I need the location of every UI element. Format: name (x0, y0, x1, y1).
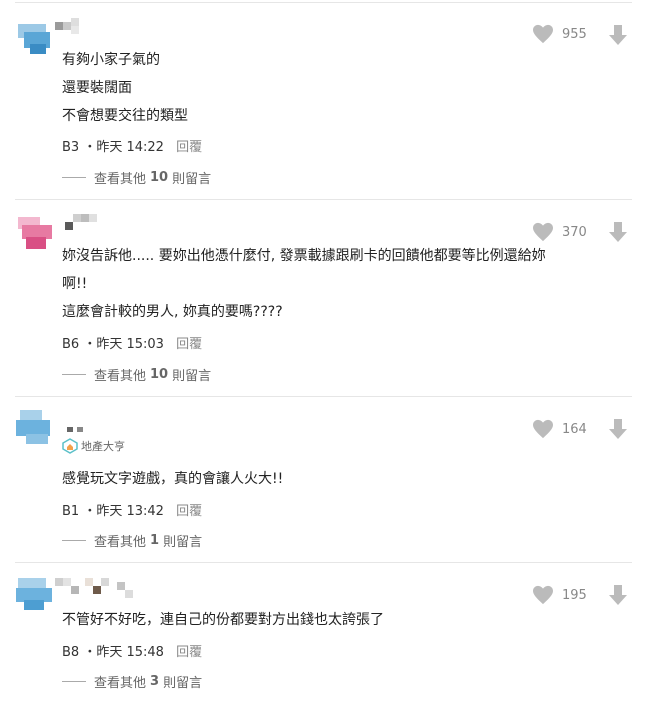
like-button[interactable]: 195 (532, 585, 587, 605)
comment-line: 這麼會計較的男人, 妳真的要嗎???? (62, 304, 283, 320)
reply-button[interactable]: 回覆 (176, 645, 202, 660)
comment-text: 不管好不好吃，連自己的份都要對方出錢也太誇張了 (62, 606, 622, 634)
down-arrow-icon (609, 222, 627, 242)
like-count: 370 (562, 224, 587, 240)
heart-icon (533, 419, 553, 439)
dislike-button[interactable] (608, 221, 628, 247)
down-arrow-icon (609, 25, 627, 45)
floor-label: B6 (62, 337, 80, 352)
comment-text: 有夠小家子氣的 還要裝闊面 不會想要交往的類型 (62, 46, 622, 130)
floor-label: B3 (62, 140, 80, 155)
like-count: 955 (562, 26, 587, 42)
comment-meta: B1 ・昨天 13:42 回覆 (62, 504, 203, 519)
user-badge: 地產大亨 (62, 438, 125, 454)
divider (15, 562, 632, 563)
comment-line: 不會想要交往的類型 (62, 108, 188, 124)
heart-icon (533, 24, 553, 44)
comment-line: 不管好不好吃，連自己的份都要對方出錢也太誇張了 (62, 612, 384, 628)
comment-line: 有夠小家子氣的 (62, 52, 160, 68)
comment-text: 妳沒告訴他..... 要妳出他憑什麼付, 發票載據跟刷卡的回饋他都要等比例還給妳… (62, 242, 622, 326)
timestamp: 昨天 15:03 (96, 337, 164, 352)
timestamp: 昨天 13:42 (96, 504, 164, 519)
dislike-button[interactable] (608, 418, 628, 444)
badge-label: 地產大亨 (81, 440, 125, 453)
comment-line: 妳沒告訴他..... 要妳出他憑什麼付, 發票載據跟刷卡的回饋他都要等比例還給妳 (62, 248, 546, 264)
avatar[interactable] (14, 213, 54, 253)
view-more-replies[interactable]: 查看其他 10 則留言 (62, 168, 211, 187)
divider (15, 199, 632, 200)
comment-line: 啊!! (62, 276, 88, 292)
divider (15, 396, 632, 397)
reply-button[interactable]: 回覆 (176, 504, 202, 519)
reply-button[interactable]: 回覆 (176, 140, 202, 155)
like-button[interactable]: 370 (532, 222, 587, 242)
view-more-replies[interactable]: 查看其他 1 則留言 (62, 531, 202, 550)
view-more-replies[interactable]: 查看其他 10 則留言 (62, 365, 211, 384)
like-button[interactable]: 164 (532, 419, 587, 439)
view-more-replies[interactable]: 查看其他 3 則留言 (62, 672, 202, 691)
avatar[interactable] (14, 18, 54, 58)
comment-meta: B8 ・昨天 15:48 回覆 (62, 645, 203, 660)
comment-line: 還要裝闊面 (62, 80, 132, 96)
down-arrow-icon (609, 585, 627, 605)
reply-button[interactable]: 回覆 (176, 337, 202, 352)
like-count: 195 (562, 587, 587, 603)
comment-line: 感覺玩文字遊戲，真的會讓人火大!! (62, 471, 284, 487)
house-badge-icon (62, 438, 78, 454)
like-count: 164 (562, 421, 587, 437)
floor-label: B8 (62, 645, 80, 660)
avatar[interactable] (14, 574, 54, 614)
comment-text: 感覺玩文字遊戲，真的會讓人火大!! (62, 465, 622, 493)
timestamp: 昨天 14:22 (96, 140, 164, 155)
divider (15, 2, 632, 3)
floor-label: B1 (62, 504, 80, 519)
heart-icon (533, 222, 553, 242)
like-button[interactable]: 955 (532, 24, 587, 44)
avatar[interactable] (14, 408, 54, 448)
heart-icon (533, 585, 553, 605)
timestamp: 昨天 15:48 (96, 645, 164, 660)
comment-meta: B3 ・昨天 14:22 回覆 (62, 140, 203, 155)
down-arrow-icon (609, 419, 627, 439)
comment-meta: B6 ・昨天 15:03 回覆 (62, 337, 203, 352)
dislike-button[interactable] (608, 584, 628, 610)
dislike-button[interactable] (608, 24, 628, 50)
